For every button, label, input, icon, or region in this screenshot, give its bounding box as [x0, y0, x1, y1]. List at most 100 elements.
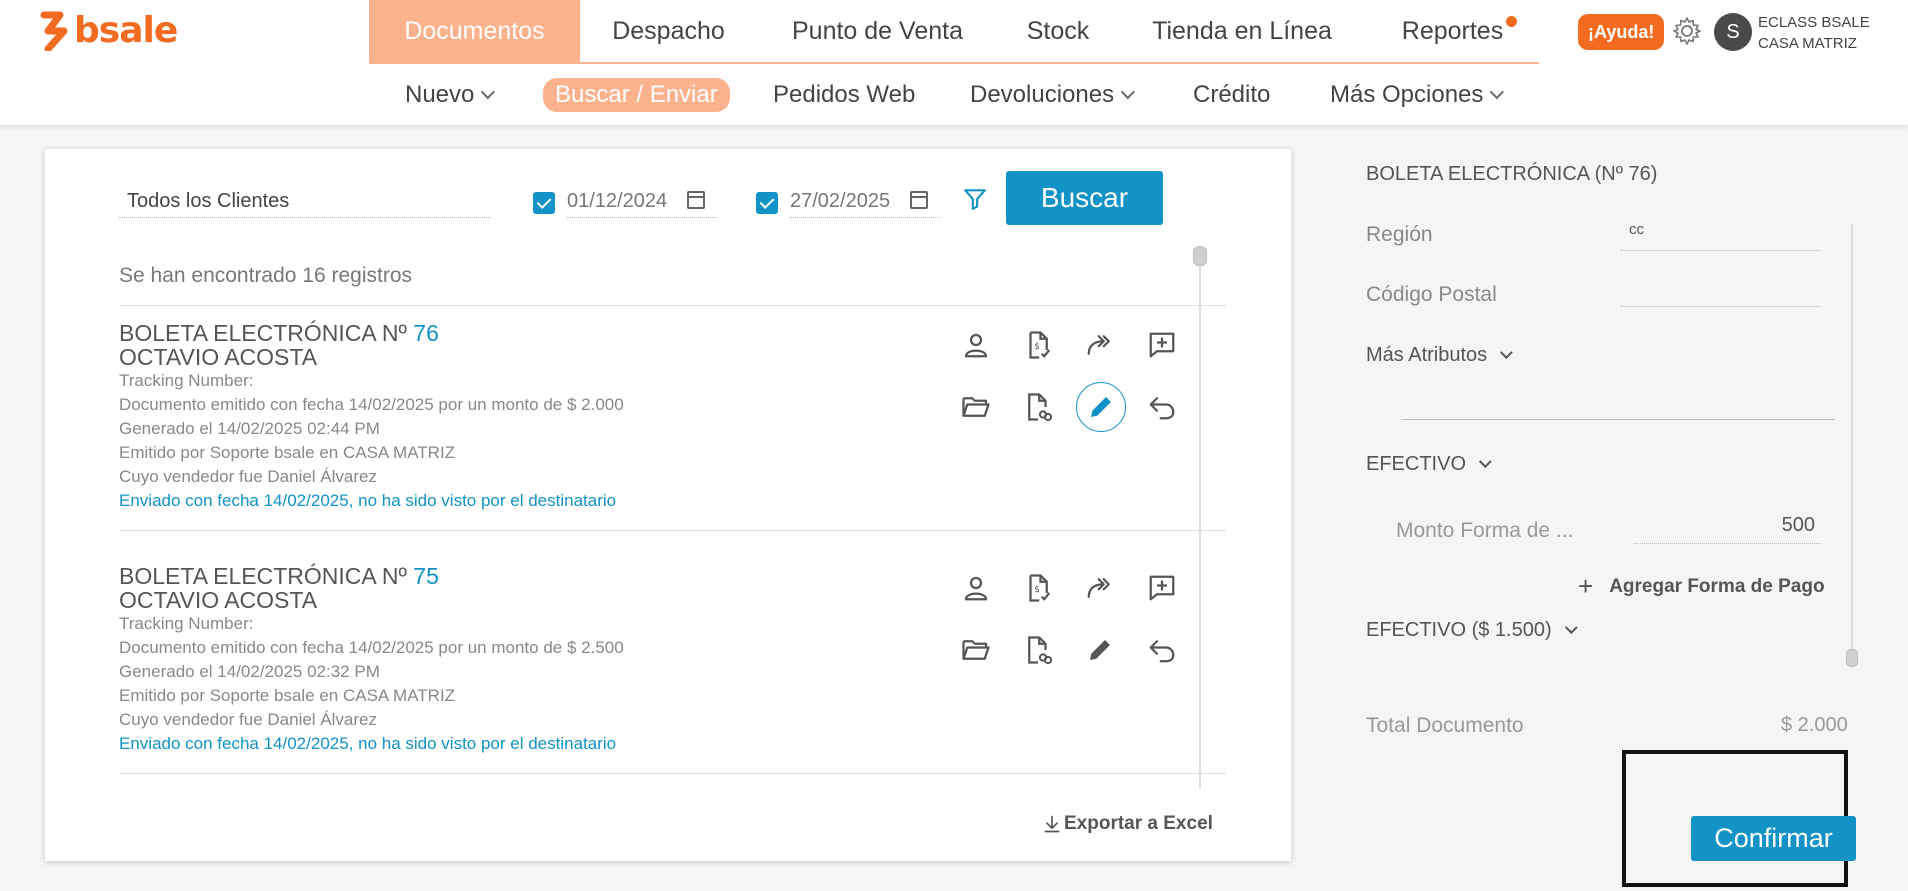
bsale-logo-icon — [40, 11, 68, 51]
undo-icon[interactable] — [1138, 626, 1186, 674]
search-results-panel: Todos los Clientes 01/12/2024 27/02/2025… — [45, 149, 1291, 861]
payment-summary-toggle[interactable]: EFECTIVO ($ 1.500) — [1366, 619, 1578, 642]
payment-document-icon[interactable]: $ — [1014, 321, 1062, 369]
detail-title: BOLETA ELECTRÓNICA (Nº 76) — [1366, 163, 1658, 185]
region-label: Región — [1366, 223, 1433, 246]
subnav-pedidos-web[interactable]: Pedidos Web — [773, 64, 915, 126]
account-branch: CASA MATRIZ — [1758, 35, 1857, 52]
subnav-nuevo[interactable]: Nuevo — [405, 64, 496, 126]
download-icon — [1044, 815, 1060, 833]
edit-icon[interactable] — [1076, 626, 1124, 674]
folder-icon[interactable] — [952, 383, 1000, 431]
folder-icon[interactable] — [952, 626, 1000, 674]
payment-document-icon[interactable]: $ — [1014, 564, 1062, 612]
main-nav: Documentos Despacho Punto de Venta Stock… — [369, 0, 1539, 64]
filter-icon[interactable] — [962, 186, 988, 212]
client-icon[interactable] — [952, 564, 1000, 612]
date-to-field[interactable]: 27/02/2025 — [790, 188, 940, 218]
region-input[interactable]: cc — [1621, 221, 1821, 251]
gear-icon[interactable] — [1671, 15, 1703, 47]
payment-method-toggle[interactable]: EFECTIVO — [1366, 453, 1492, 476]
client-select[interactable]: Todos los Clientes — [119, 188, 491, 218]
undo-icon[interactable] — [1138, 383, 1186, 431]
document-detail-panel: BOLETA ELECTRÓNICA (Nº 76) Región cc Cód… — [1366, 149, 1866, 887]
client-icon[interactable] — [952, 321, 1000, 369]
calendar-icon[interactable] — [910, 191, 928, 209]
subnav-buscar-enviar[interactable]: Buscar / Enviar — [543, 64, 730, 126]
record-number[interactable]: 75 — [413, 563, 439, 589]
record-seller: Cuyo vendedor fue Daniel Álvarez — [119, 467, 377, 486]
subnav-label: Más Opciones — [1330, 81, 1484, 108]
add-comment-icon[interactable] — [1138, 321, 1186, 369]
divider — [119, 530, 1226, 531]
forward-icon[interactable] — [1076, 564, 1124, 612]
bsale-logo[interactable]: bsale — [38, 10, 178, 51]
toggle-label: Más Atributos — [1366, 344, 1488, 366]
account-company: ECLASS BSALE — [1758, 14, 1870, 31]
confirm-button[interactable]: Confirmar — [1691, 816, 1856, 861]
add-comment-icon[interactable] — [1138, 564, 1186, 612]
subnav-label: Buscar / Enviar — [543, 78, 730, 112]
subnav-credito[interactable]: Crédito — [1193, 64, 1270, 126]
nav-tienda-en-linea[interactable]: Tienda en Línea — [1118, 0, 1366, 62]
nav-stock[interactable]: Stock — [998, 0, 1118, 62]
nav-punto-de-venta[interactable]: Punto de Venta — [757, 0, 998, 62]
subnav-devoluciones[interactable]: Devoluciones — [970, 64, 1135, 126]
date-to-value: 27/02/2025 — [790, 190, 891, 212]
brand-name: bsale — [74, 10, 178, 51]
divider — [1402, 419, 1835, 420]
nav-reportes[interactable]: Reportes — [1366, 0, 1539, 62]
search-button[interactable]: Buscar — [1006, 171, 1163, 225]
date-from-value: 01/12/2024 — [567, 190, 668, 212]
nav-label: Punto de Venta — [792, 16, 963, 45]
date-from-field[interactable]: 01/12/2024 — [567, 188, 717, 218]
more-attributes-toggle[interactable]: Más Atributos — [1366, 344, 1513, 367]
svg-text:$: $ — [1034, 342, 1040, 352]
date-from-checkbox[interactable] — [533, 192, 555, 214]
chevron-down-icon — [1478, 455, 1492, 469]
total-value: $ 2.000 — [1781, 714, 1848, 736]
nav-label: Stock — [1026, 16, 1090, 45]
account-info[interactable]: ECLASS BSALE CASA MATRIZ — [1758, 12, 1870, 54]
export-excel-button[interactable]: Exportar a Excel — [1042, 813, 1213, 835]
nav-label: Documentos — [404, 16, 545, 45]
record-seller: Cuyo vendedor fue Daniel Álvarez — [119, 710, 377, 729]
detail-scrollbar-thumb[interactable] — [1846, 649, 1858, 667]
notification-dot — [1506, 16, 1517, 27]
forward-icon[interactable] — [1076, 321, 1124, 369]
nav-despacho[interactable]: Despacho — [580, 0, 757, 62]
results-scrollbar-thumb[interactable] — [1193, 246, 1207, 266]
subnav-mas-opciones[interactable]: Más Opciones — [1330, 64, 1505, 126]
date-to-checkbox[interactable] — [756, 192, 778, 214]
add-payment-method-button[interactable]: + Agregar Forma de Pago — [1578, 571, 1825, 602]
record-sent-status: Enviado con fecha 14/02/2025, no ha sido… — [119, 491, 617, 510]
avatar[interactable]: S — [1714, 13, 1752, 51]
calendar-icon[interactable] — [687, 191, 705, 209]
detail-scrollbar-track[interactable] — [1851, 224, 1853, 662]
record-sent-status: Enviado con fecha 14/02/2025, no ha sido… — [119, 734, 617, 753]
nav-label: Despacho — [612, 16, 725, 45]
results-count: Se han encontrado 16 registros — [119, 264, 413, 287]
chevron-down-icon — [1120, 85, 1135, 100]
nav-label: Tienda en Línea — [1152, 16, 1332, 45]
postal-code-input[interactable] — [1621, 277, 1821, 307]
toggle-label: EFECTIVO — [1366, 453, 1467, 475]
nav-documentos[interactable]: Documentos — [369, 0, 580, 62]
document-link-icon[interactable] — [1014, 626, 1062, 674]
record-number[interactable]: 76 — [413, 320, 439, 346]
subnav-label: Nuevo — [405, 81, 475, 108]
sub-navbar: Nuevo Buscar / Enviar Pedidos Web Devolu… — [0, 64, 1908, 126]
record-item: BOLETA ELECTRÓNICA Nº 75 OCTAVIO ACOSTA … — [119, 564, 1226, 756]
subnav-label: Crédito — [1193, 81, 1271, 108]
record-item: BOLETA ELECTRÓNICA Nº 76 OCTAVIO ACOSTA … — [119, 321, 1226, 513]
payment-amount-input[interactable]: 500 — [1634, 514, 1821, 544]
nav-label: Reportes — [1401, 16, 1504, 45]
help-button[interactable]: ¡Ayuda! — [1578, 14, 1665, 50]
chevron-down-icon — [1564, 621, 1578, 635]
divider — [119, 773, 1226, 774]
svg-text:$: $ — [1034, 585, 1040, 595]
add-payment-label: Agregar Forma de Pago — [1609, 575, 1825, 597]
subnav-label: Devoluciones — [970, 81, 1115, 108]
document-link-icon[interactable] — [1014, 383, 1062, 431]
edit-icon[interactable] — [1076, 382, 1126, 432]
